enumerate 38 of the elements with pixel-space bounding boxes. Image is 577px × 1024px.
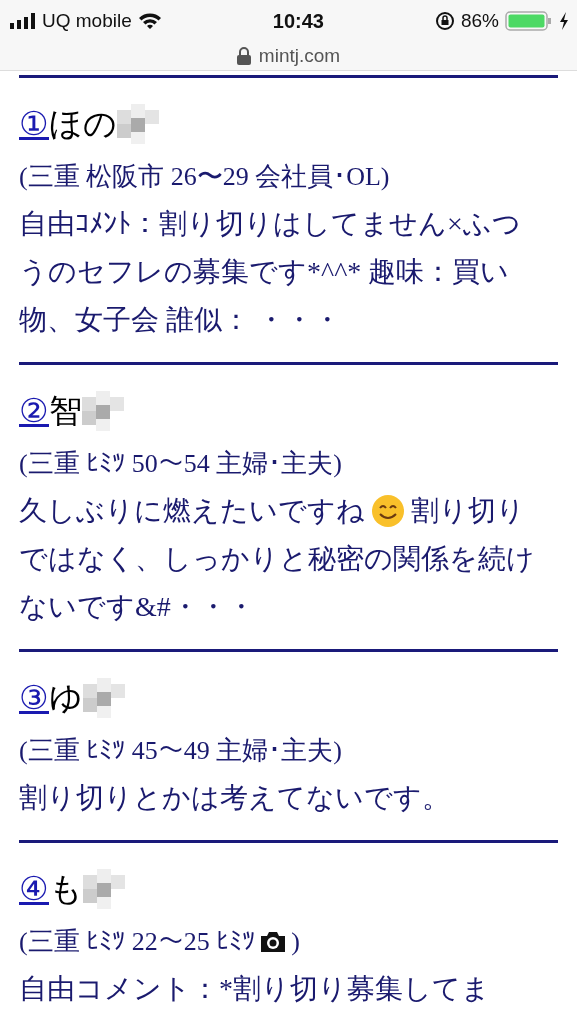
user-name: 智 xyxy=(49,392,82,431)
entry-number-link[interactable]: ① xyxy=(19,102,49,146)
clock-time: 10:43 xyxy=(271,9,325,33)
user-name: ゆ xyxy=(49,679,83,718)
battery-percent: 86% xyxy=(460,10,499,32)
comment-text: うのセフレの募集です*^^* 趣味：買い xyxy=(19,255,510,289)
mosaic-icon xyxy=(83,869,125,909)
user-name: ほの xyxy=(49,105,117,144)
profile-text: (三重 ﾋﾐﾂ 50〜54 主婦･主夫) xyxy=(19,448,342,480)
wifi-icon xyxy=(137,12,162,30)
comment-text: 割り切り xyxy=(411,494,525,528)
mosaic-icon xyxy=(117,104,159,144)
lock-icon xyxy=(236,47,251,65)
comment-text: 自由コメント：*割り切り募集してま xyxy=(19,972,490,1006)
user-name: も xyxy=(49,870,83,909)
entry-number-link[interactable]: ③ xyxy=(19,676,49,720)
url-text[interactable]: mintj.com xyxy=(258,45,341,67)
entry-number-link[interactable]: ④ xyxy=(19,867,49,911)
mosaic-icon xyxy=(82,391,124,431)
comment-text: ないです&#・・・ xyxy=(19,590,255,624)
smiley-icon xyxy=(371,494,405,528)
profile-text: (三重 松阪市 26〜29 会社員･OL) xyxy=(19,161,390,193)
comment-text: 割り切りとかは考えてないです。 xyxy=(19,781,450,815)
rotation-lock-icon xyxy=(434,11,455,31)
camera-icon xyxy=(259,930,288,954)
comment-text: 自由ｺﾒﾝﾄ：割り切りはしてません×ふつ xyxy=(19,207,521,241)
battery-icon xyxy=(505,11,553,31)
mosaic-icon xyxy=(83,678,125,718)
comment-text: 物、女子会 誰似： ・・・ xyxy=(19,303,341,337)
entry-number-link[interactable]: ② xyxy=(19,389,49,433)
profile-text: (三重 ﾋﾐﾂ 45〜49 主婦･主夫) xyxy=(19,735,342,767)
signal-icon xyxy=(10,13,36,29)
comment-text: ではなく、しっかりと秘密の関係を続け xyxy=(19,542,535,576)
carrier-name: UQ mobile xyxy=(42,10,132,32)
comment-text: 久しぶりに燃えたいですね xyxy=(19,494,365,528)
profile-text: ) xyxy=(291,926,300,958)
profile-text: (三重 ﾋﾐﾂ 22〜25 ﾋﾐﾂ xyxy=(19,926,256,958)
charging-icon xyxy=(559,12,569,30)
